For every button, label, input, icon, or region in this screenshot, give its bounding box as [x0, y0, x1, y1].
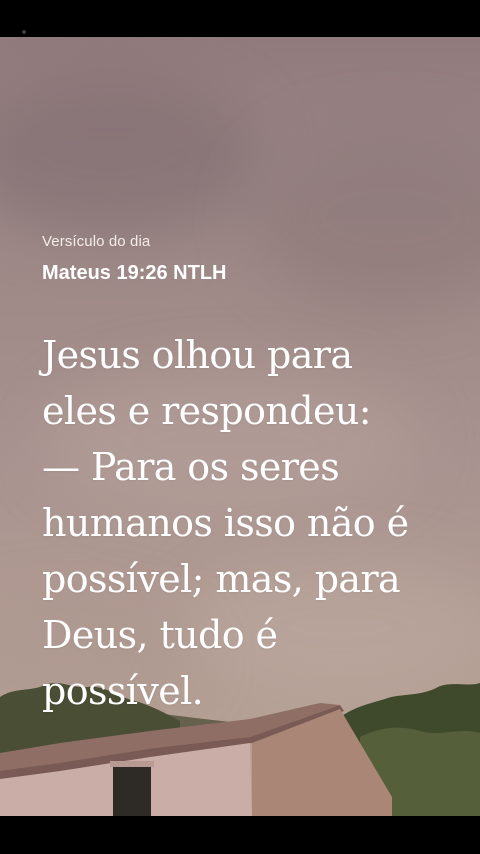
navigation-bar: [0, 816, 480, 854]
verse-background-image: Versículo do dia Mateus 19:26 NTLH Jesus…: [0, 37, 480, 816]
house-window: [113, 765, 151, 816]
status-bar: [0, 0, 480, 37]
verse-text: Jesus olhou para eles e respondeu: — Par…: [42, 333, 409, 713]
verse-of-the-day-label: Versículo do dia: [42, 233, 151, 250]
verse-reference: Mateus 19:26 NTLH: [42, 262, 227, 284]
house-window-frame: [110, 761, 154, 767]
status-indicator-icon: [22, 30, 26, 34]
screen: Versículo do dia Mateus 19:26 NTLH Jesus…: [0, 0, 480, 854]
